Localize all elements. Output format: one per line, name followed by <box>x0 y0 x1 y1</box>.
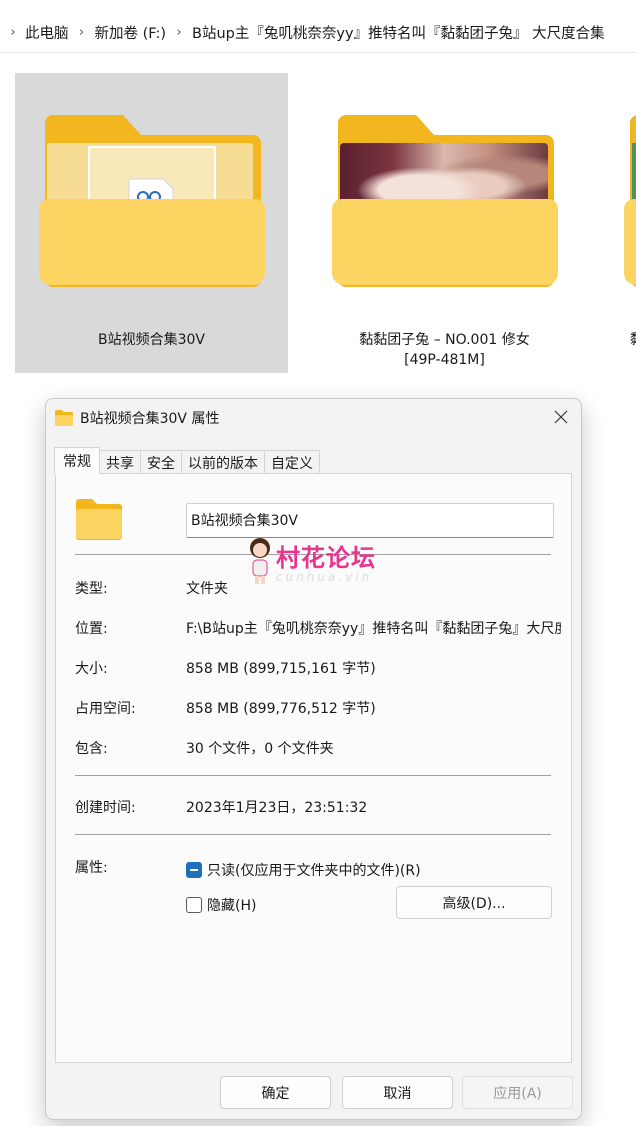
breadcrumb: › 此电脑 › 新加卷 (F:) › B站up主『兔叽桃奈奈yy』推特名叫『黏黏… <box>0 14 636 50</box>
readonly-option[interactable]: 只读(仅应用于文件夹中的文件)(R) <box>186 860 421 880</box>
breadcrumb-divider <box>0 52 636 53</box>
hidden-label: 隐藏(H) <box>207 898 257 914</box>
breadcrumb-item-drive[interactable]: 新加卷 (F:) <box>92 22 170 43</box>
folder-with-file-icon <box>39 115 265 287</box>
attributes-label: 属性: <box>75 860 108 876</box>
folder-name: 黏黏团子兔 – NO.001 修女 [49P-481M] <box>359 332 530 368</box>
size-on-disk-label: 占用空间: <box>75 701 136 717</box>
folder-name: B站视频合集30V <box>98 332 205 348</box>
dialog-title: B站视频合集30V 属性 <box>80 411 220 427</box>
size-label: 大小: <box>75 661 108 677</box>
close-icon <box>554 410 568 424</box>
tab-security[interactable]: 安全 <box>141 450 182 474</box>
divider <box>75 834 551 835</box>
breadcrumb-item-this-pc[interactable]: 此电脑 <box>22 22 72 43</box>
advanced-button[interactable]: 高级(D)... <box>396 886 552 919</box>
folder-icon <box>76 499 122 540</box>
folder-tile-video-collection[interactable]: B站视频合集30V <box>15 73 288 373</box>
folder-tile-no001[interactable]: 黏黏团子兔 – NO.001 修女 [49P-481M] <box>308 73 581 373</box>
cancel-button[interactable]: 取消 <box>342 1076 453 1109</box>
chevron-right-icon[interactable]: › <box>169 25 189 40</box>
close-button[interactable] <box>547 403 575 431</box>
tab-customize[interactable]: 自定义 <box>265 450 320 474</box>
contains-value: 30 个文件，0 个文件夹 <box>186 741 334 757</box>
size-on-disk-value: 858 MB (899,776,512 字节) <box>186 701 376 717</box>
folder-name-field[interactable] <box>186 503 554 538</box>
folder-icon <box>55 410 73 426</box>
tab-previous-versions[interactable]: 以前的版本 <box>182 450 265 474</box>
location-value: F:\B站up主『兔叽桃奈奈yy』推特名叫『黏黏团子兔』大尺度合集 <box>186 621 561 637</box>
folder-icon <box>624 115 636 287</box>
created-label: 创建时间: <box>75 800 136 816</box>
location-label: 位置: <box>75 621 108 637</box>
created-value: 2023年1月23日，23:51:32 <box>186 800 368 816</box>
dialog-titlebar[interactable]: B站视频合集30V 属性 <box>46 399 581 437</box>
tab-bar: 常规 共享 安全 以前的版本 自定义 <box>54 447 320 474</box>
hidden-option[interactable]: 隐藏(H) <box>186 895 256 915</box>
divider <box>75 775 551 776</box>
hidden-checkbox[interactable] <box>186 897 202 913</box>
general-tab-panel: 村花论坛 cunhua.vin 类型: 文件夹 位置: F:\B站up主『兔叽桃… <box>55 473 572 1063</box>
size-value: 858 MB (899,715,161 字节) <box>186 661 376 677</box>
ok-button[interactable]: 确定 <box>220 1076 331 1109</box>
properties-dialog: B站视频合集30V 属性 常规 共享 安全 以前的版本 自定义 B站视频合集30… <box>45 398 582 1120</box>
chevron-right-icon[interactable]: › <box>0 25 22 40</box>
type-value: 文件夹 <box>186 581 228 597</box>
apply-button[interactable]: 应用(A) <box>462 1076 573 1109</box>
type-label: 类型: <box>75 581 108 597</box>
watermark-text: 村花论坛 <box>276 544 376 572</box>
tab-general[interactable]: 常规 <box>54 447 100 474</box>
folder-name: 黏 <box>630 330 636 350</box>
chevron-right-icon[interactable]: › <box>72 25 92 40</box>
tab-sharing[interactable]: 共享 <box>100 450 141 474</box>
readonly-label: 只读(仅应用于文件夹中的文件)(R) <box>207 863 421 879</box>
readonly-checkbox[interactable] <box>186 862 202 878</box>
folder-tile-partial[interactable]: 黏 <box>600 73 636 373</box>
contains-label: 包含: <box>75 741 108 757</box>
folder-front-icon <box>332 199 558 285</box>
breadcrumb-item-folder[interactable]: B站up主『兔叽桃奈奈yy』推特名叫『黏黏团子兔』 大尺度合集 <box>189 22 608 43</box>
